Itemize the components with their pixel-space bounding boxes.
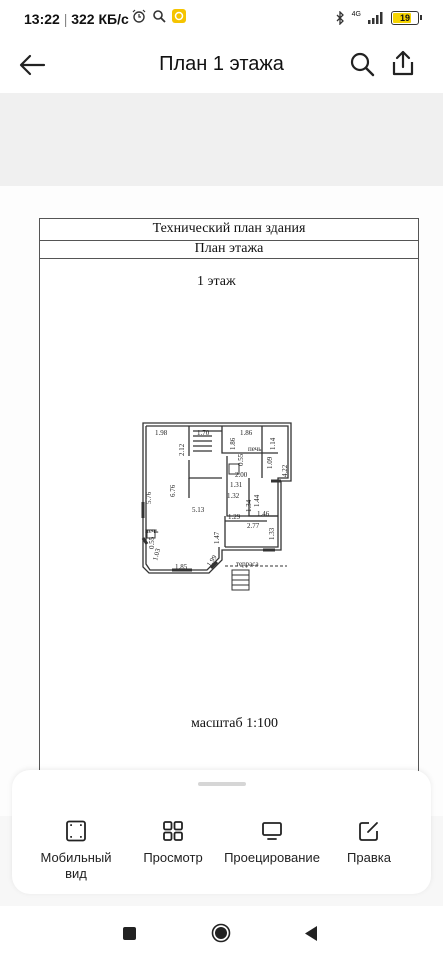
floor-label: 1 этаж: [197, 274, 236, 289]
edit-label: Правка: [347, 850, 391, 865]
search-status-icon: [153, 10, 166, 23]
dim-label: 1.85: [175, 563, 188, 571]
signal-icon: [368, 12, 383, 24]
status-system-icons: 4G 19: [335, 10, 422, 25]
doc-header-title: Технический план здания: [39, 218, 419, 241]
dim-label: 1.86: [240, 429, 253, 437]
dim-label: 2.77: [247, 522, 260, 530]
grid-view-icon: [163, 821, 183, 841]
dim-label: 6.76: [169, 484, 177, 497]
home-button[interactable]: [211, 923, 231, 943]
alarm-icon: [132, 9, 146, 23]
sheet-drag-handle[interactable]: [198, 782, 246, 786]
dim-label: 1.34: [245, 499, 253, 512]
dim-label: 1.86: [229, 437, 237, 450]
dim-label: 1.32: [227, 492, 240, 500]
mobile-view-icon: [66, 820, 86, 842]
dim-label: 1.29: [228, 513, 241, 521]
network-speed: 322 КБ/с: [71, 11, 129, 27]
dim-label: 1.70: [197, 429, 210, 437]
nav-back-button[interactable]: [304, 925, 318, 942]
document-page[interactable]: Технический план здания План этажа 1 эта…: [39, 218, 419, 818]
search-icon[interactable]: [348, 50, 376, 78]
dim-label: 4.22: [281, 464, 289, 477]
bluetooth-icon: [336, 11, 344, 25]
dim-label: 5.13: [192, 506, 205, 514]
dim-label: 0.55: [237, 453, 245, 466]
dim-label: печь: [248, 445, 261, 453]
mobile-view-button[interactable]: Мобильный вид: [26, 820, 126, 882]
dim-label: печь: [145, 527, 158, 535]
dim-label: терраса: [236, 560, 259, 568]
dim-label: 1.09: [266, 456, 274, 469]
doc-header-subtitle: План этажа: [39, 240, 419, 259]
network-type: 4G: [351, 10, 361, 18]
dim-label: 5.76: [145, 491, 153, 504]
app-bar: План 1 этажа: [0, 38, 443, 93]
recent-apps-button[interactable]: [123, 927, 136, 940]
dim-label: 1.33: [268, 527, 276, 540]
page-title: План 1 этажа: [159, 53, 284, 75]
status-time: 13:22 | 322 КБ/с: [24, 11, 129, 27]
dim-label: 1.98: [155, 429, 168, 437]
toolbar-spacer: [0, 93, 443, 186]
status-bar: 13:22 | 322 КБ/с 4G 19: [0, 0, 443, 38]
bottom-sheet: Мобильный вид Просмотр Проецирование Пра…: [12, 770, 431, 894]
edit-icon: [359, 822, 378, 841]
battery-level: 19: [399, 13, 410, 23]
dim-label: 2.00: [235, 471, 248, 479]
preview-label: Просмотр: [143, 850, 203, 865]
floor-plan-drawing: 1.98 1.70 1.86 2.12 1.86 1.14 печь 0.55 …: [141, 422, 292, 591]
preview-button[interactable]: Просмотр: [123, 820, 223, 866]
battery-icon: 19: [391, 11, 422, 25]
projection-label: Проецирование: [224, 850, 320, 865]
system-nav-bar: [0, 906, 443, 960]
projection-button[interactable]: Проецирование: [222, 820, 322, 866]
plan-porch: [225, 565, 287, 591]
status-notification-icons: [132, 9, 186, 23]
dim-label: 2.12: [178, 443, 186, 456]
app-notification-icon: [172, 9, 186, 23]
dim-label: 1.46: [257, 510, 270, 518]
dim-label: 0.55: [148, 536, 156, 549]
edit-button[interactable]: Правка: [319, 820, 419, 866]
share-icon[interactable]: [389, 48, 417, 78]
mobile-view-label: Мобильный вид: [40, 850, 112, 881]
dim-label: 1.47: [213, 531, 221, 544]
dim-label: 1.44: [253, 494, 261, 507]
dim-label: 1.14: [269, 437, 277, 450]
scale-label: масштаб 1:100: [191, 716, 278, 731]
dim-label: 1.31: [230, 481, 243, 489]
monitor-icon: [262, 822, 282, 840]
clock-text: 13:22: [24, 11, 60, 27]
